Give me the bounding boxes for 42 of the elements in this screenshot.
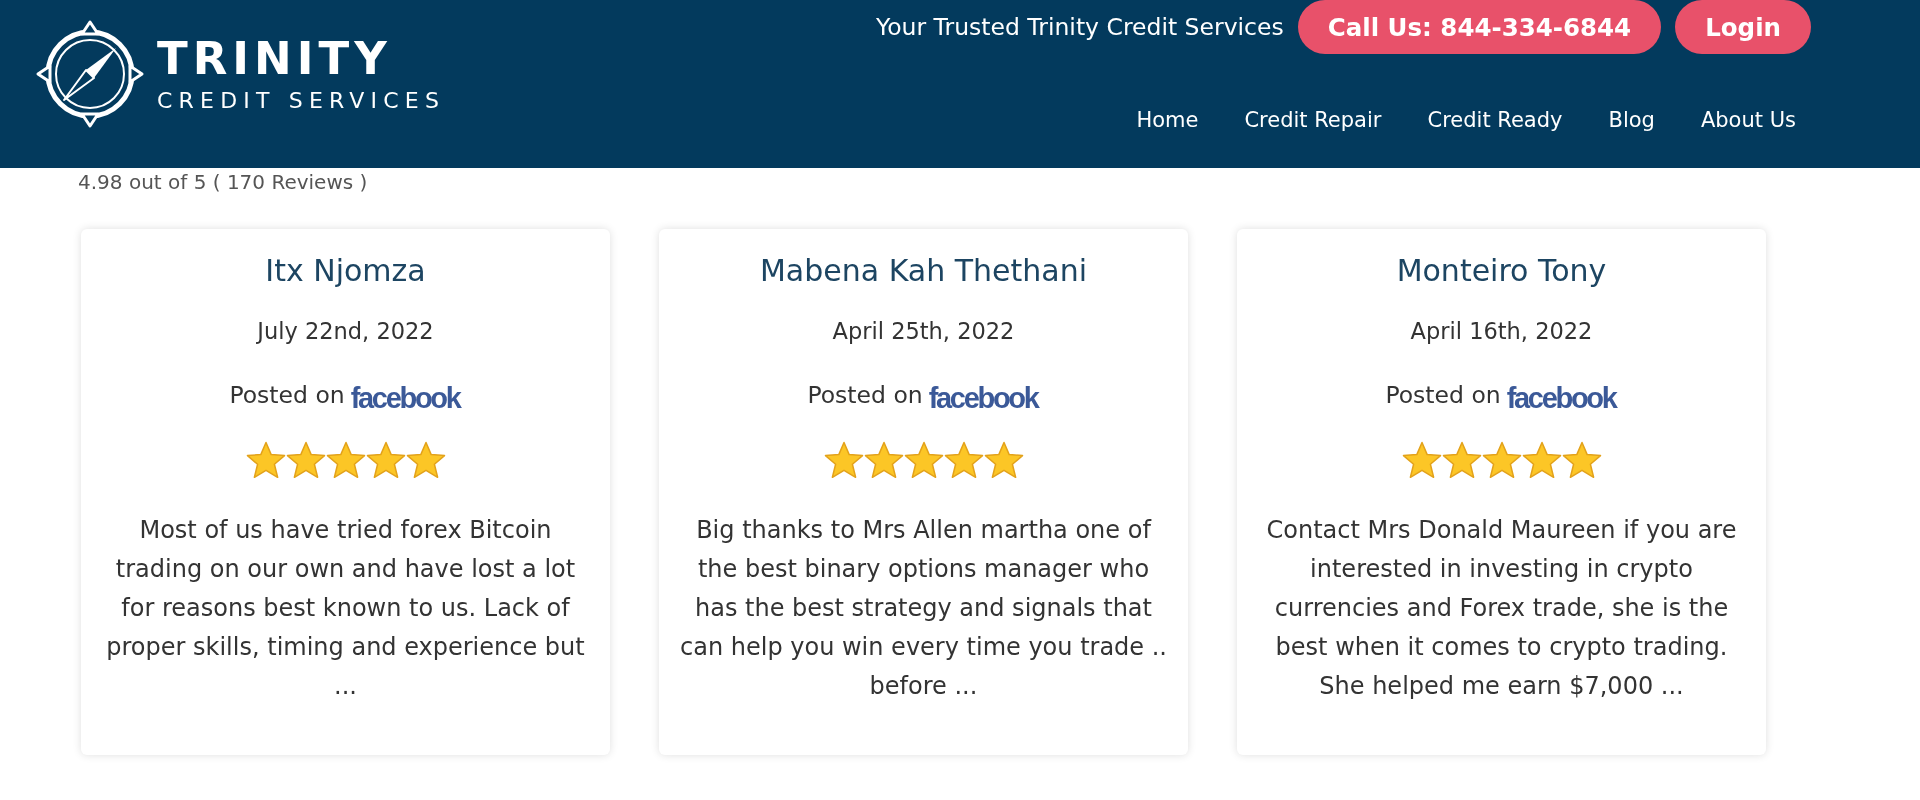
reviewer-name: Mabena Kah Thethani: [759, 253, 1088, 289]
star-icon: [1561, 441, 1602, 479]
logo-subtitle: CREDIT SERVICES: [157, 88, 446, 114]
review-date: April 16th, 2022: [1410, 317, 1593, 345]
star-icon: [983, 441, 1024, 479]
compass-icon[interactable]: [36, 20, 144, 128]
logo-title: TRINITY: [157, 34, 393, 84]
nav-link[interactable]: About Us: [1700, 107, 1796, 133]
star-icon: [1521, 441, 1562, 479]
review-date: April 25th, 2022: [832, 317, 1015, 345]
call-us-button[interactable]: Call Us: 844-334-6844: [1297, 0, 1662, 54]
star-icon: [1401, 441, 1442, 479]
posted-on-label: Posted on: [807, 381, 923, 409]
review-text: Most of us have tried forex Bitcoin trading on our own and have lost a lot for reasons best known to us. Lack of proper skills, timing and experience but ...: [105, 515, 586, 702]
facebook-logo: facebook: [928, 381, 1040, 415]
star-icon: [863, 441, 904, 479]
star-icon: [1481, 441, 1522, 479]
posted-on-label: Posted on: [1385, 381, 1501, 409]
nav-link[interactable]: Blog: [1608, 107, 1655, 133]
nav-link[interactable]: Credit Ready: [1427, 107, 1563, 133]
reviewer-name: Itx Njomza: [265, 253, 426, 289]
star-icon: [1441, 441, 1482, 479]
star-icon: [325, 441, 366, 479]
star-icon: [943, 441, 984, 479]
star-icon: [285, 441, 326, 479]
star-icon: [903, 441, 944, 479]
nav-link[interactable]: Credit Repair: [1244, 107, 1382, 133]
login-button[interactable]: Login: [1675, 0, 1811, 54]
facebook-logo: facebook: [1506, 381, 1618, 415]
facebook-logo: facebook: [350, 381, 462, 415]
star-icon: [823, 441, 864, 479]
star-icon: [245, 441, 286, 479]
star-icon: [365, 441, 406, 479]
review-text: Contact Mrs Donald Maureen if you are interested in investing in crypto currencies and Forex trade, she is the best when it comes to crypto trading. She helped me earn $7,000 ...: [1265, 515, 1738, 702]
posted-on-label: Posted on: [229, 381, 345, 409]
star-icon: [405, 441, 446, 479]
nav-link[interactable]: Home: [1136, 107, 1199, 133]
review-date: July 22nd, 2022: [257, 317, 434, 345]
rating-summary: 4.98 out of 5 ( 170 Reviews ): [77, 170, 368, 194]
review-text: Big thanks to Mrs Allen martha one of the best binary options manager who has the best strategy and signals that can help you win every time you trade .. before ...: [679, 515, 1168, 702]
reviewer-name: Monteiro Tony: [1396, 253, 1607, 289]
tagline: Your Trusted Trinity Credit Services: [875, 13, 1284, 41]
